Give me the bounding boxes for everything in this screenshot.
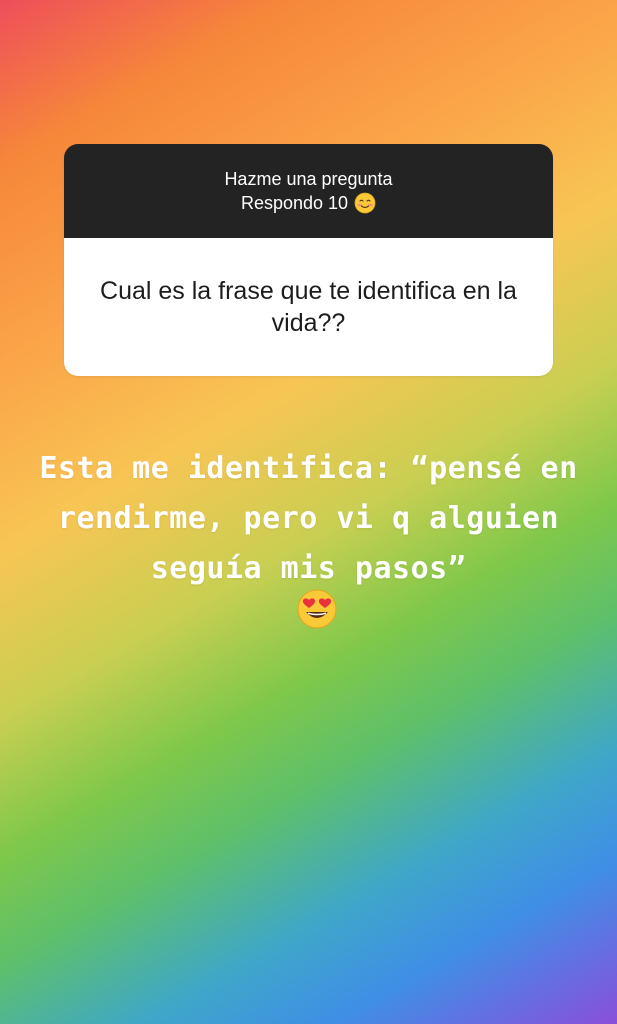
question-sticker[interactable]: Hazme una pregunta Respondo 10 Cual es l… (64, 144, 553, 376)
smiling-blushing-emoji-icon (354, 192, 376, 214)
question-sticker-subtitle: Respondo 10 (240, 193, 349, 213)
question-sticker-body: Cual es la frase que te identifica en la… (64, 238, 553, 376)
question-sticker-header: Hazme una pregunta Respondo 10 (64, 144, 553, 238)
heart-eyes-emoji-icon (297, 589, 337, 629)
answer-text: Esta me identifica: “pensé en rendirme, … (39, 451, 578, 586)
question-sticker-prompt: Hazme una pregunta (224, 169, 393, 189)
question-text: Cual es la frase que te identifica en la… (100, 277, 517, 337)
question-sticker-subtitle-row: Respondo 10 (241, 191, 376, 215)
